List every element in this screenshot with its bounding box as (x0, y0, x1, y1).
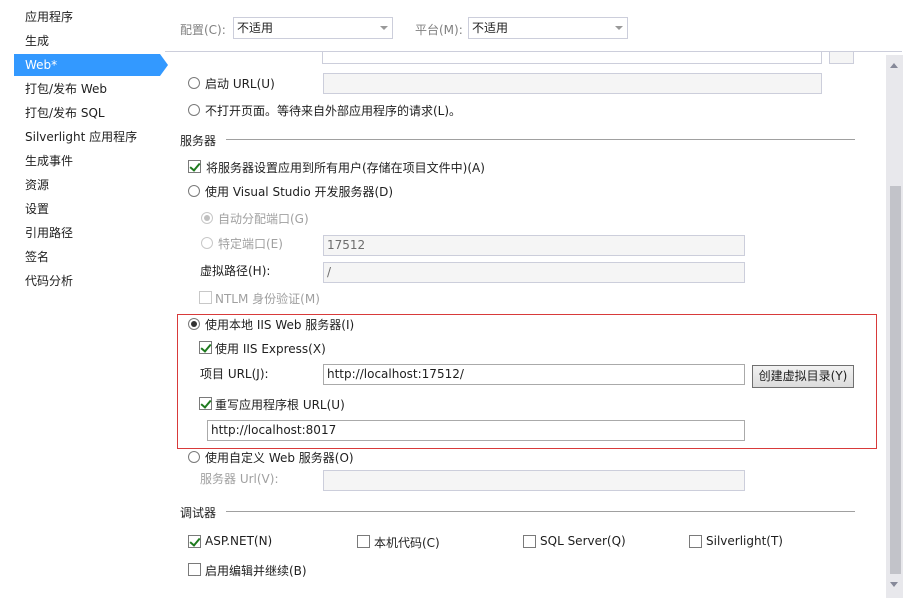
sql-server-label: SQL Server(Q) (540, 534, 626, 548)
config-select[interactable]: 不适用 (233, 17, 393, 39)
debuggers-section-title: 调试器 (180, 506, 217, 520)
sidebar-item-web[interactable]: Web* (14, 54, 168, 76)
server-url-label: 服务器 Url(V): (200, 472, 279, 486)
partial-button[interactable] (829, 52, 854, 64)
native-code-checkbox[interactable] (357, 535, 370, 548)
sidebar-item-code-analysis[interactable]: 代码分析 (14, 270, 160, 292)
edit-and-continue-label: 启用编辑并继续(B) (205, 564, 307, 578)
section-divider (226, 511, 855, 512)
edit-and-continue-checkbox[interactable] (188, 563, 201, 576)
scroll-up-icon[interactable] (890, 63, 898, 68)
sidebar-item-resources[interactable]: 资源 (14, 174, 160, 196)
silverlight-debugger-checkbox[interactable] (689, 535, 702, 548)
config-label: 配置(C): (180, 23, 226, 37)
ntlm-label: NTLM 身份验证(M) (215, 292, 320, 306)
specific-port-input[interactable]: 17512 (323, 235, 745, 256)
sidebar-item-label: Web* (25, 58, 58, 72)
sidebar: 应用程序 生成 Web* 打包/发布 Web 打包/发布 SQL Silverl… (0, 0, 168, 598)
specific-port-radio[interactable] (201, 237, 213, 249)
vs-dev-server-radio[interactable] (188, 185, 200, 197)
sql-server-checkbox[interactable] (523, 535, 536, 548)
local-iis-label: 使用本地 IIS Web 服务器(I) (205, 318, 355, 332)
native-code-label: 本机代码(C) (374, 536, 440, 550)
platform-select[interactable]: 不适用 (468, 17, 628, 39)
custom-server-label: 使用自定义 Web 服务器(O) (205, 451, 354, 465)
server-url-input[interactable] (323, 470, 745, 491)
virtual-path-input[interactable]: / (323, 262, 745, 283)
sidebar-item-package-sql[interactable]: 打包/发布 SQL (14, 102, 160, 124)
dont-open-page-radio[interactable] (188, 104, 200, 116)
start-url-input[interactable] (323, 73, 822, 94)
sidebar-item-build[interactable]: 生成 (14, 30, 160, 52)
config-select-value: 不适用 (237, 21, 274, 35)
auto-port-label: 自动分配端口(G) (218, 212, 309, 226)
project-url-label: 项目 URL(J): (200, 367, 269, 381)
vs-dev-server-label: 使用 Visual Studio 开发服务器(D) (205, 185, 394, 199)
chevron-down-icon (615, 26, 623, 30)
section-divider (226, 139, 855, 140)
override-root-url-checkbox[interactable] (199, 397, 212, 410)
sidebar-item-signing[interactable]: 签名 (14, 246, 160, 268)
aspnet-debugger-label: ASP.NET(N) (205, 534, 273, 548)
virtual-path-label: 虚拟路径(H): (200, 264, 271, 278)
chevron-down-icon (380, 26, 388, 30)
silverlight-debugger-label: Silverlight(T) (706, 534, 783, 548)
apply-all-users-checkbox[interactable] (188, 160, 201, 173)
use-iis-express-checkbox[interactable] (199, 341, 212, 354)
use-iis-express-label: 使用 IIS Express(X) (215, 342, 326, 356)
specific-port-label: 特定端口(E) (218, 237, 283, 251)
start-url-radio[interactable] (188, 77, 200, 89)
sidebar-item-build-events[interactable]: 生成事件 (14, 150, 160, 172)
partial-textbox[interactable] (322, 52, 822, 64)
sidebar-item-application[interactable]: 应用程序 (14, 6, 160, 28)
create-virtual-directory-button[interactable]: 创建虚拟目录(Y) (752, 365, 854, 388)
auto-port-radio[interactable] (201, 212, 213, 224)
active-arrow-icon (160, 54, 168, 76)
servers-section-title: 服务器 (180, 134, 217, 148)
sidebar-item-silverlight[interactable]: Silverlight 应用程序 (14, 126, 160, 148)
apply-all-users-label: 将服务器设置应用到所有用户(存储在项目文件中)(A) (206, 161, 485, 175)
sidebar-item-reference-paths[interactable]: 引用路径 (14, 222, 160, 244)
scroll-down-icon[interactable] (890, 582, 898, 587)
ntlm-checkbox[interactable] (199, 291, 212, 304)
override-root-url-label: 重写应用程序根 URL(U) (215, 398, 345, 412)
override-root-url-input[interactable]: http://localhost:8017 (207, 420, 745, 441)
platform-select-value: 不适用 (472, 21, 509, 35)
dont-open-page-label: 不打开页面。等待来自外部应用程序的请求(L)。 (205, 104, 462, 118)
project-url-input[interactable]: http://localhost:17512/ (323, 364, 745, 385)
sidebar-item-package-web[interactable]: 打包/发布 Web (14, 78, 160, 100)
local-iis-radio[interactable] (188, 318, 200, 330)
start-url-label: 启动 URL(U) (205, 77, 275, 91)
aspnet-debugger-checkbox[interactable] (188, 535, 201, 548)
custom-server-radio[interactable] (188, 451, 200, 463)
platform-label: 平台(M): (415, 23, 463, 37)
sidebar-item-settings[interactable]: 设置 (14, 198, 160, 220)
scroll-thumb[interactable] (890, 186, 901, 574)
